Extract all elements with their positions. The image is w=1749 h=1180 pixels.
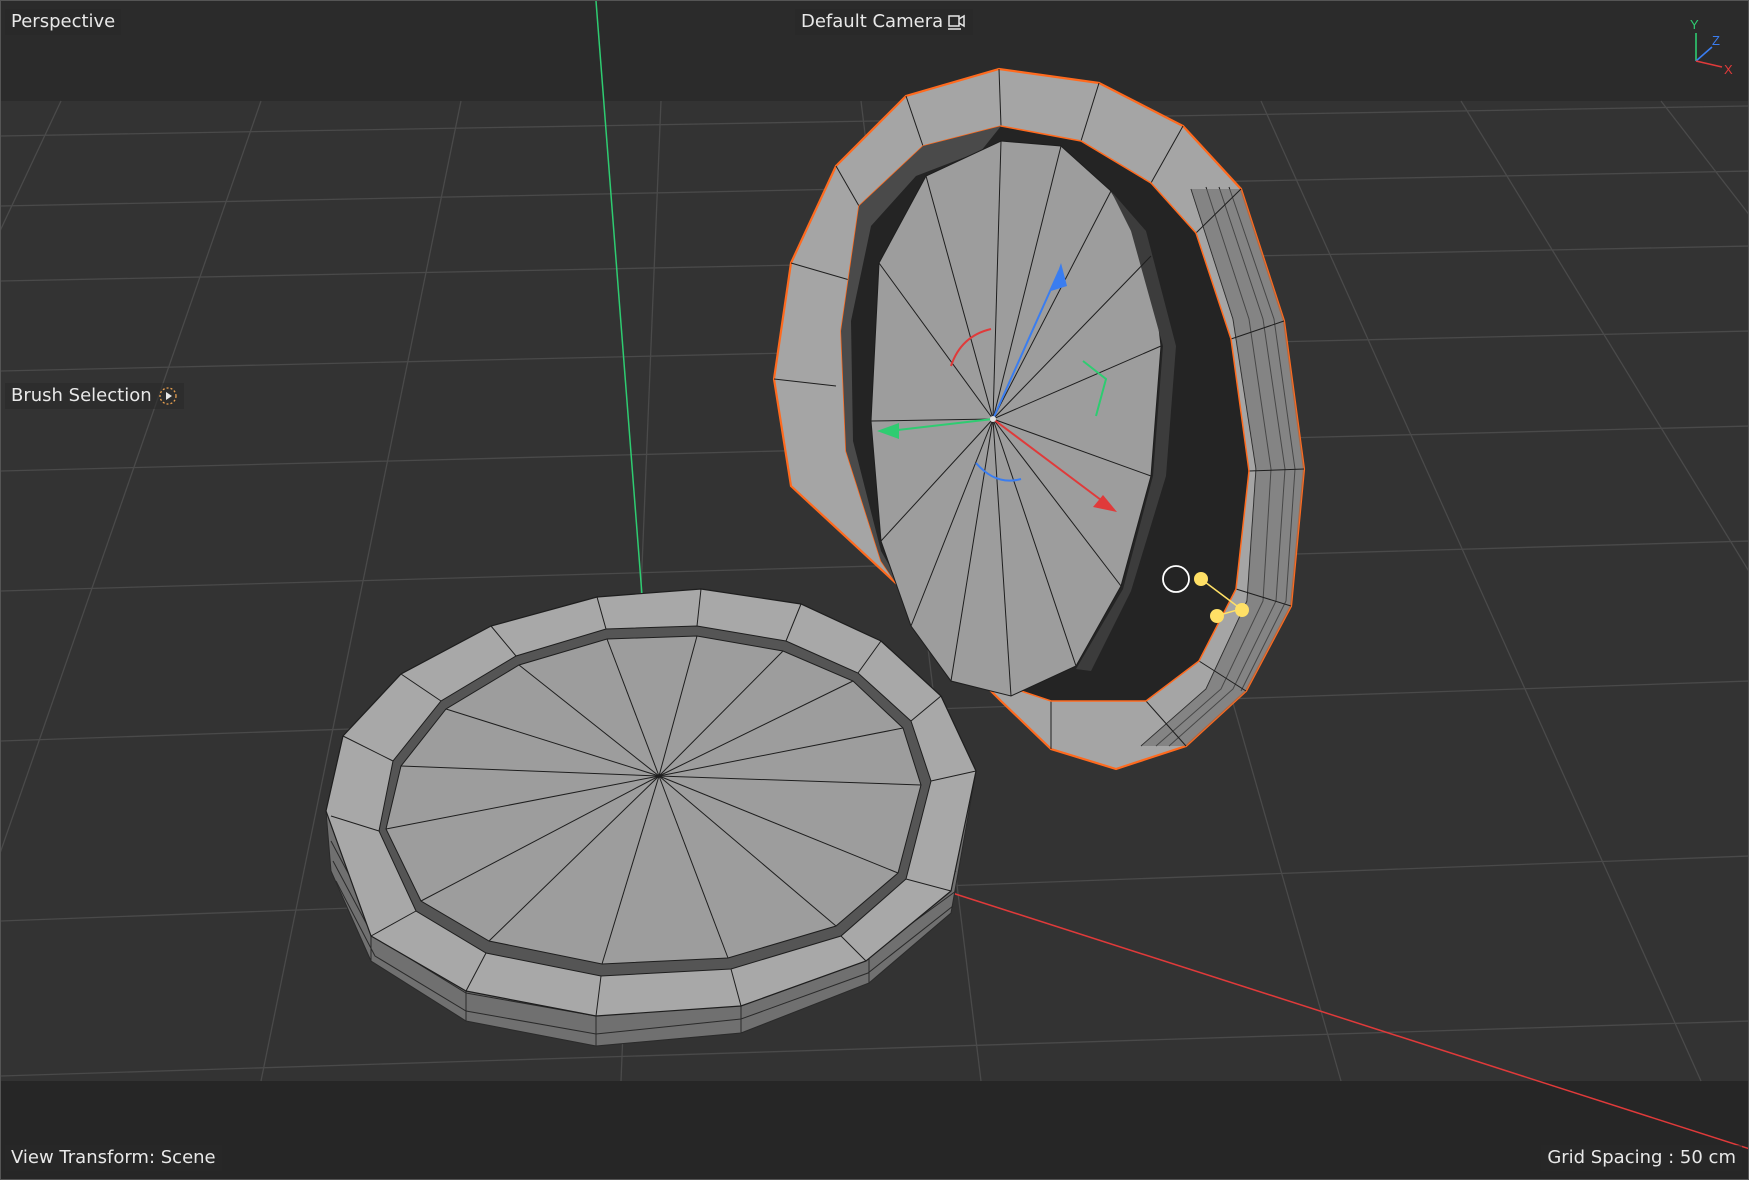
camera-selector[interactable]: Default Camera	[795, 9, 974, 35]
axis-orientation-icon: Y Z X	[1690, 17, 1733, 77]
selected-point[interactable]	[1194, 572, 1208, 586]
axis-y-label: Y	[1690, 17, 1699, 32]
gizmo-center[interactable]	[990, 416, 996, 422]
camera-name: Default Camera	[801, 11, 944, 32]
view-transform-label: View Transform: Scene	[5, 1145, 222, 1171]
viewport-bottom-band	[1, 1081, 1748, 1179]
viewport-scene[interactable]	[1, 1, 1749, 1180]
selected-point[interactable]	[1235, 603, 1249, 617]
tool-name: Brush Selection	[11, 385, 152, 406]
camera-icon[interactable]	[947, 13, 967, 31]
axis-x-label: X	[1724, 62, 1733, 77]
tool-label[interactable]: Brush Selection	[5, 383, 184, 409]
view-name-label[interactable]: Perspective	[5, 9, 122, 35]
brush-tool-icon[interactable]	[158, 386, 178, 406]
grid-spacing-label: Grid Spacing : 50 cm	[1541, 1145, 1742, 1171]
3d-viewport[interactable]: Perspective Default Camera Brush Selecti…	[0, 0, 1749, 1180]
selected-point[interactable]	[1210, 609, 1224, 623]
axis-z-label: Z	[1712, 33, 1720, 48]
